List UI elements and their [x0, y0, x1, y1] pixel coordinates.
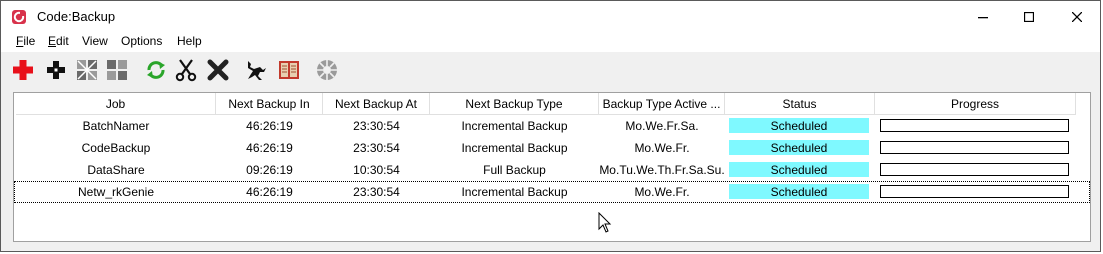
job-name: CodeBackup	[81, 141, 151, 155]
next-backup-type: Incremental Backup	[461, 185, 568, 199]
collapse-icon	[77, 60, 97, 80]
backup-type-active-days: Mo.We.Fr.	[634, 141, 690, 155]
next-backup-in: 46:26:19	[246, 185, 293, 199]
app-logo-icon	[12, 10, 26, 24]
minimize-button[interactable]	[960, 1, 1005, 32]
progress-cell	[875, 115, 1076, 137]
minimize-icon	[977, 16, 988, 18]
settings-wheel-button[interactable]	[314, 57, 340, 83]
next-backup-at: 23:30:54	[353, 185, 400, 199]
status-cell: Scheduled	[725, 181, 875, 203]
status-text: Scheduled	[770, 185, 828, 199]
next-backup-type: Full Backup	[483, 163, 546, 177]
window-title: Code:Backup	[37, 9, 116, 24]
next-backup-in: 46:26:19	[246, 141, 293, 155]
edit-icon	[47, 61, 65, 79]
settings-wheel-icon	[317, 60, 337, 80]
menu-view[interactable]: View	[82, 34, 108, 48]
column-header-status[interactable]: Status	[725, 93, 875, 115]
edit-button[interactable]	[43, 57, 69, 83]
status-cell: Scheduled	[725, 115, 875, 137]
menu-edit[interactable]: Edit	[48, 34, 69, 48]
progress-cell	[875, 159, 1076, 181]
next-backup-type: Incremental Backup	[461, 119, 568, 133]
progress-cell	[875, 181, 1076, 203]
menu-help[interactable]: Help	[177, 34, 202, 48]
title-bar[interactable]: Code:Backup	[1, 1, 1100, 32]
refresh-icon	[147, 61, 165, 79]
cut-button[interactable]	[173, 57, 199, 83]
job-name: BatchNamer	[82, 119, 150, 133]
maximize-button[interactable]	[1006, 1, 1051, 32]
app-window: Code:Backup File Edit View Options Help	[0, 0, 1101, 252]
status-text: Scheduled	[770, 163, 828, 177]
menu-bar: File Edit View Options Help	[1, 32, 1100, 52]
next-backup-in: 46:26:19	[246, 119, 293, 133]
table-row-selected[interactable]: Netw_rkGenie 46:26:19 23:30:54 Increment…	[14, 181, 1090, 203]
next-backup-at: 23:30:54	[353, 141, 400, 155]
status-cell: Scheduled	[725, 159, 875, 181]
add-button[interactable]	[10, 57, 36, 83]
progress-bar	[880, 119, 1069, 132]
next-backup-type: Incremental Backup	[461, 141, 568, 155]
mouse-cursor-icon	[598, 212, 612, 233]
progress-bar	[880, 185, 1069, 198]
menu-options[interactable]: Options	[121, 34, 162, 48]
column-header-backup-type-active[interactable]: Backup Type Active ...	[599, 93, 725, 115]
next-backup-at: 23:30:54	[353, 119, 400, 133]
status-text: Scheduled	[770, 141, 828, 155]
backup-type-active-days: Mo.We.Fr.Sa.	[625, 119, 699, 133]
column-header-job[interactable]: Job	[16, 93, 216, 115]
log-book-button[interactable]	[276, 57, 302, 83]
maximize-icon	[1023, 11, 1034, 22]
column-header-next-backup-at[interactable]: Next Backup At	[323, 93, 430, 115]
backup-type-active-days: Mo.Tu.We.Th.Fr.Sa.Su.	[599, 163, 725, 177]
log-book-icon	[279, 61, 299, 79]
next-backup-at: 10:30:54	[353, 163, 400, 177]
column-header-next-backup-in[interactable]: Next Backup In	[216, 93, 323, 115]
add-icon	[13, 60, 33, 80]
progress-bar	[880, 163, 1069, 176]
run-button[interactable]	[243, 57, 269, 83]
jobs-table: Job Next Backup In Next Backup At Next B…	[13, 92, 1091, 242]
close-button[interactable]	[1054, 1, 1099, 32]
table-row[interactable]: BatchNamer 46:26:19 23:30:54 Incremental…	[14, 115, 1090, 137]
column-header-progress[interactable]: Progress	[875, 93, 1076, 115]
job-name: Netw_rkGenie	[77, 185, 155, 199]
next-backup-in: 09:26:19	[246, 163, 293, 177]
menu-file[interactable]: File	[16, 34, 35, 48]
backup-type-active-days: Mo.We.Fr.	[634, 185, 690, 199]
status-cell: Scheduled	[725, 137, 875, 159]
collapse-button[interactable]	[74, 57, 100, 83]
expand-button[interactable]	[104, 57, 130, 83]
progress-bar	[880, 141, 1069, 154]
table-row[interactable]: DataShare 09:26:19 10:30:54 Full Backup …	[14, 159, 1090, 181]
expand-icon	[107, 60, 127, 80]
status-text: Scheduled	[770, 119, 828, 133]
progress-cell	[875, 137, 1076, 159]
refresh-button[interactable]	[143, 57, 169, 83]
column-header-next-backup-type[interactable]: Next Backup Type	[430, 93, 599, 115]
cut-icon	[175, 59, 197, 82]
run-icon	[248, 61, 266, 80]
table-row[interactable]: CodeBackup 46:26:19 23:30:54 Incremental…	[14, 137, 1090, 159]
close-icon	[1071, 11, 1082, 22]
delete-button[interactable]	[205, 57, 231, 83]
job-name: DataShare	[87, 163, 145, 177]
delete-icon	[207, 59, 229, 81]
toolbar	[1, 53, 1100, 87]
